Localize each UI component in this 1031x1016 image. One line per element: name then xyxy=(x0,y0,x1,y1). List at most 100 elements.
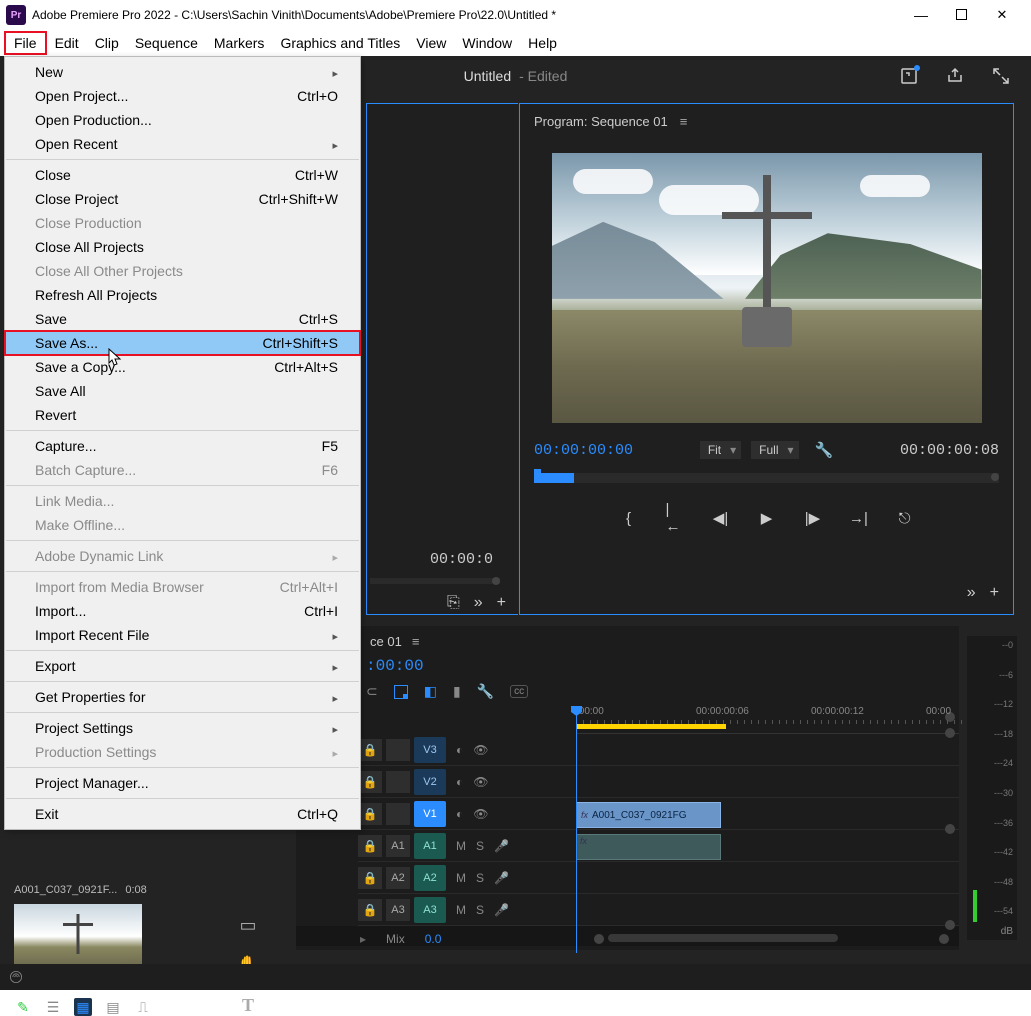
voiceover-icon[interactable]: 🎤 xyxy=(494,839,509,853)
program-current-tc[interactable]: 00:00:00:00 xyxy=(534,442,633,459)
lock-icon[interactable]: 🔒 xyxy=(358,771,382,793)
menuitem-refresh-all-projects[interactable]: Refresh All Projects xyxy=(5,283,360,307)
audio-clip[interactable]: fx xyxy=(576,834,721,860)
menu-file[interactable]: File xyxy=(4,31,47,55)
menu-edit[interactable]: Edit xyxy=(47,33,87,53)
more-controls-icon[interactable]: » xyxy=(967,584,976,602)
icon-view-icon[interactable]: ▦ xyxy=(74,998,92,1016)
export-frame-icon[interactable]: + xyxy=(497,594,506,614)
lock-icon[interactable]: 🔒 xyxy=(358,867,382,889)
settings-wrench-icon[interactable]: 🔧 xyxy=(477,683,494,700)
menuitem-project-manager[interactable]: Project Manager... xyxy=(5,771,360,795)
lock-icon[interactable]: 🔒 xyxy=(358,835,382,857)
menuitem-open-production[interactable]: Open Production... xyxy=(5,108,360,132)
work-area-bar[interactable] xyxy=(576,724,726,729)
go-to-in-icon[interactable]: |← xyxy=(666,509,684,527)
add-control-icon[interactable]: + xyxy=(990,584,999,602)
menuitem-open-project[interactable]: Open Project...Ctrl+O xyxy=(5,84,360,108)
program-menu-icon[interactable] xyxy=(680,114,694,129)
sequence-tab[interactable]: ce 01 xyxy=(370,634,402,649)
playhead[interactable] xyxy=(576,706,577,953)
lock-icon[interactable]: 🔒 xyxy=(358,899,382,921)
file-menu[interactable]: NewOpen Project...Ctrl+OOpen Production.… xyxy=(4,56,361,830)
marker-icon[interactable]: ▮ xyxy=(453,683,461,700)
caption-icon[interactable]: cc xyxy=(510,685,528,698)
solo-toggle[interactable]: S xyxy=(476,839,484,853)
menuitem-export[interactable]: Export xyxy=(5,654,360,678)
nest-icon[interactable]: ⊂ xyxy=(366,683,378,700)
maximize-button[interactable] xyxy=(956,9,967,20)
program-preview[interactable] xyxy=(552,153,982,423)
menuitem-save[interactable]: SaveCtrl+S xyxy=(5,307,360,331)
menuitem-save-a-copy[interactable]: Save a Copy...Ctrl+Alt+S xyxy=(5,355,360,379)
menu-graphics-and-titles[interactable]: Graphics and Titles xyxy=(272,33,408,53)
cloud-sync-icon[interactable] xyxy=(8,969,24,985)
timeline-horizontal-scroll[interactable] xyxy=(594,934,949,942)
mix-value[interactable]: 0.0 xyxy=(425,932,442,946)
overwrite-icon[interactable]: » xyxy=(474,594,483,614)
rectangle-tool-icon[interactable]: ▭ xyxy=(237,914,259,936)
insert-icon[interactable]: ⎘ xyxy=(447,594,460,614)
menu-view[interactable]: View xyxy=(408,33,454,53)
menu-sequence[interactable]: Sequence xyxy=(127,33,206,53)
menuitem-revert[interactable]: Revert xyxy=(5,403,360,427)
step-back-icon[interactable]: ◀| xyxy=(712,509,730,527)
menuitem-new[interactable]: New xyxy=(5,60,360,84)
step-fwd-icon[interactable]: |▶ xyxy=(804,509,822,527)
mix-channel-caret[interactable]: ▸ xyxy=(360,932,366,946)
solo-toggle[interactable]: S xyxy=(476,871,484,885)
quick-export-icon[interactable] xyxy=(899,66,919,86)
clip-name[interactable]: A001_C037_0921F... xyxy=(14,884,117,896)
track-label[interactable]: A2 xyxy=(414,865,446,891)
toggle-output-icon[interactable]: ◐ xyxy=(456,807,463,821)
menu-window[interactable]: Window xyxy=(454,33,520,53)
go-to-out-icon[interactable]: →| xyxy=(850,509,868,527)
lift-icon[interactable]: ⎋ xyxy=(896,509,914,527)
source-patch[interactable]: A1 xyxy=(386,835,410,857)
eye-icon[interactable]: 👁 xyxy=(473,807,488,821)
program-scrub-bar[interactable] xyxy=(534,473,999,483)
voiceover-icon[interactable]: 🎤 xyxy=(494,871,509,885)
menu-clip[interactable]: Clip xyxy=(87,33,127,53)
menuitem-import[interactable]: Import...Ctrl+I xyxy=(5,599,360,623)
menuitem-capture[interactable]: Capture...F5 xyxy=(5,434,360,458)
menuitem-open-recent[interactable]: Open Recent xyxy=(5,132,360,156)
eye-icon[interactable]: 👁 xyxy=(473,743,488,757)
settings-icon[interactable]: 🔧 xyxy=(815,441,834,459)
track-label[interactable]: V3 xyxy=(414,737,446,763)
minimize-button[interactable] xyxy=(914,8,928,22)
share-icon[interactable] xyxy=(945,66,965,86)
lock-icon[interactable]: 🔒 xyxy=(358,739,382,761)
voiceover-icon[interactable]: 🎤 xyxy=(494,903,509,917)
workspace-name[interactable]: Untitled xyxy=(464,68,511,84)
pen-label-icon[interactable]: ✎ xyxy=(14,998,32,1016)
menuitem-exit[interactable]: ExitCtrl+Q xyxy=(5,802,360,826)
type-tool-icon[interactable]: T xyxy=(237,994,259,1016)
lock-icon[interactable]: 🔒 xyxy=(358,803,382,825)
list-view-icon[interactable]: ☰ xyxy=(44,998,62,1016)
source-patch[interactable]: A3 xyxy=(386,899,410,921)
track-label[interactable]: A1 xyxy=(414,833,446,859)
menuitem-save-all[interactable]: Save All xyxy=(5,379,360,403)
toggle-output-icon[interactable]: ◐ xyxy=(456,775,463,789)
menuitem-get-properties-for[interactable]: Get Properties for xyxy=(5,685,360,709)
fullscreen-icon[interactable] xyxy=(991,66,1011,86)
freeform-view-icon[interactable]: ▤ xyxy=(104,998,122,1016)
solo-toggle[interactable]: S xyxy=(476,903,484,917)
track-label[interactable]: V2 xyxy=(414,769,446,795)
menu-help[interactable]: Help xyxy=(520,33,565,53)
timeline-menu-icon[interactable] xyxy=(412,634,426,649)
menuitem-close[interactable]: CloseCtrl+W xyxy=(5,163,360,187)
source-mini-scrub[interactable] xyxy=(370,578,500,584)
menuitem-close-all-projects[interactable]: Close All Projects xyxy=(5,235,360,259)
video-clip[interactable]: fxA001_C037_0921FG xyxy=(576,802,721,828)
menuitem-import-recent-file[interactable]: Import Recent File xyxy=(5,623,360,647)
insert-program-icon[interactable] xyxy=(394,685,408,699)
resolution-select[interactable]: Full xyxy=(751,441,798,459)
menu-markers[interactable]: Markers xyxy=(206,33,273,53)
mute-toggle[interactable]: M xyxy=(456,903,466,917)
source-patch[interactable]: A2 xyxy=(386,867,410,889)
mute-toggle[interactable]: M xyxy=(456,839,466,853)
track-label[interactable]: V1 xyxy=(414,801,446,827)
play-icon[interactable]: ▶ xyxy=(758,509,776,527)
